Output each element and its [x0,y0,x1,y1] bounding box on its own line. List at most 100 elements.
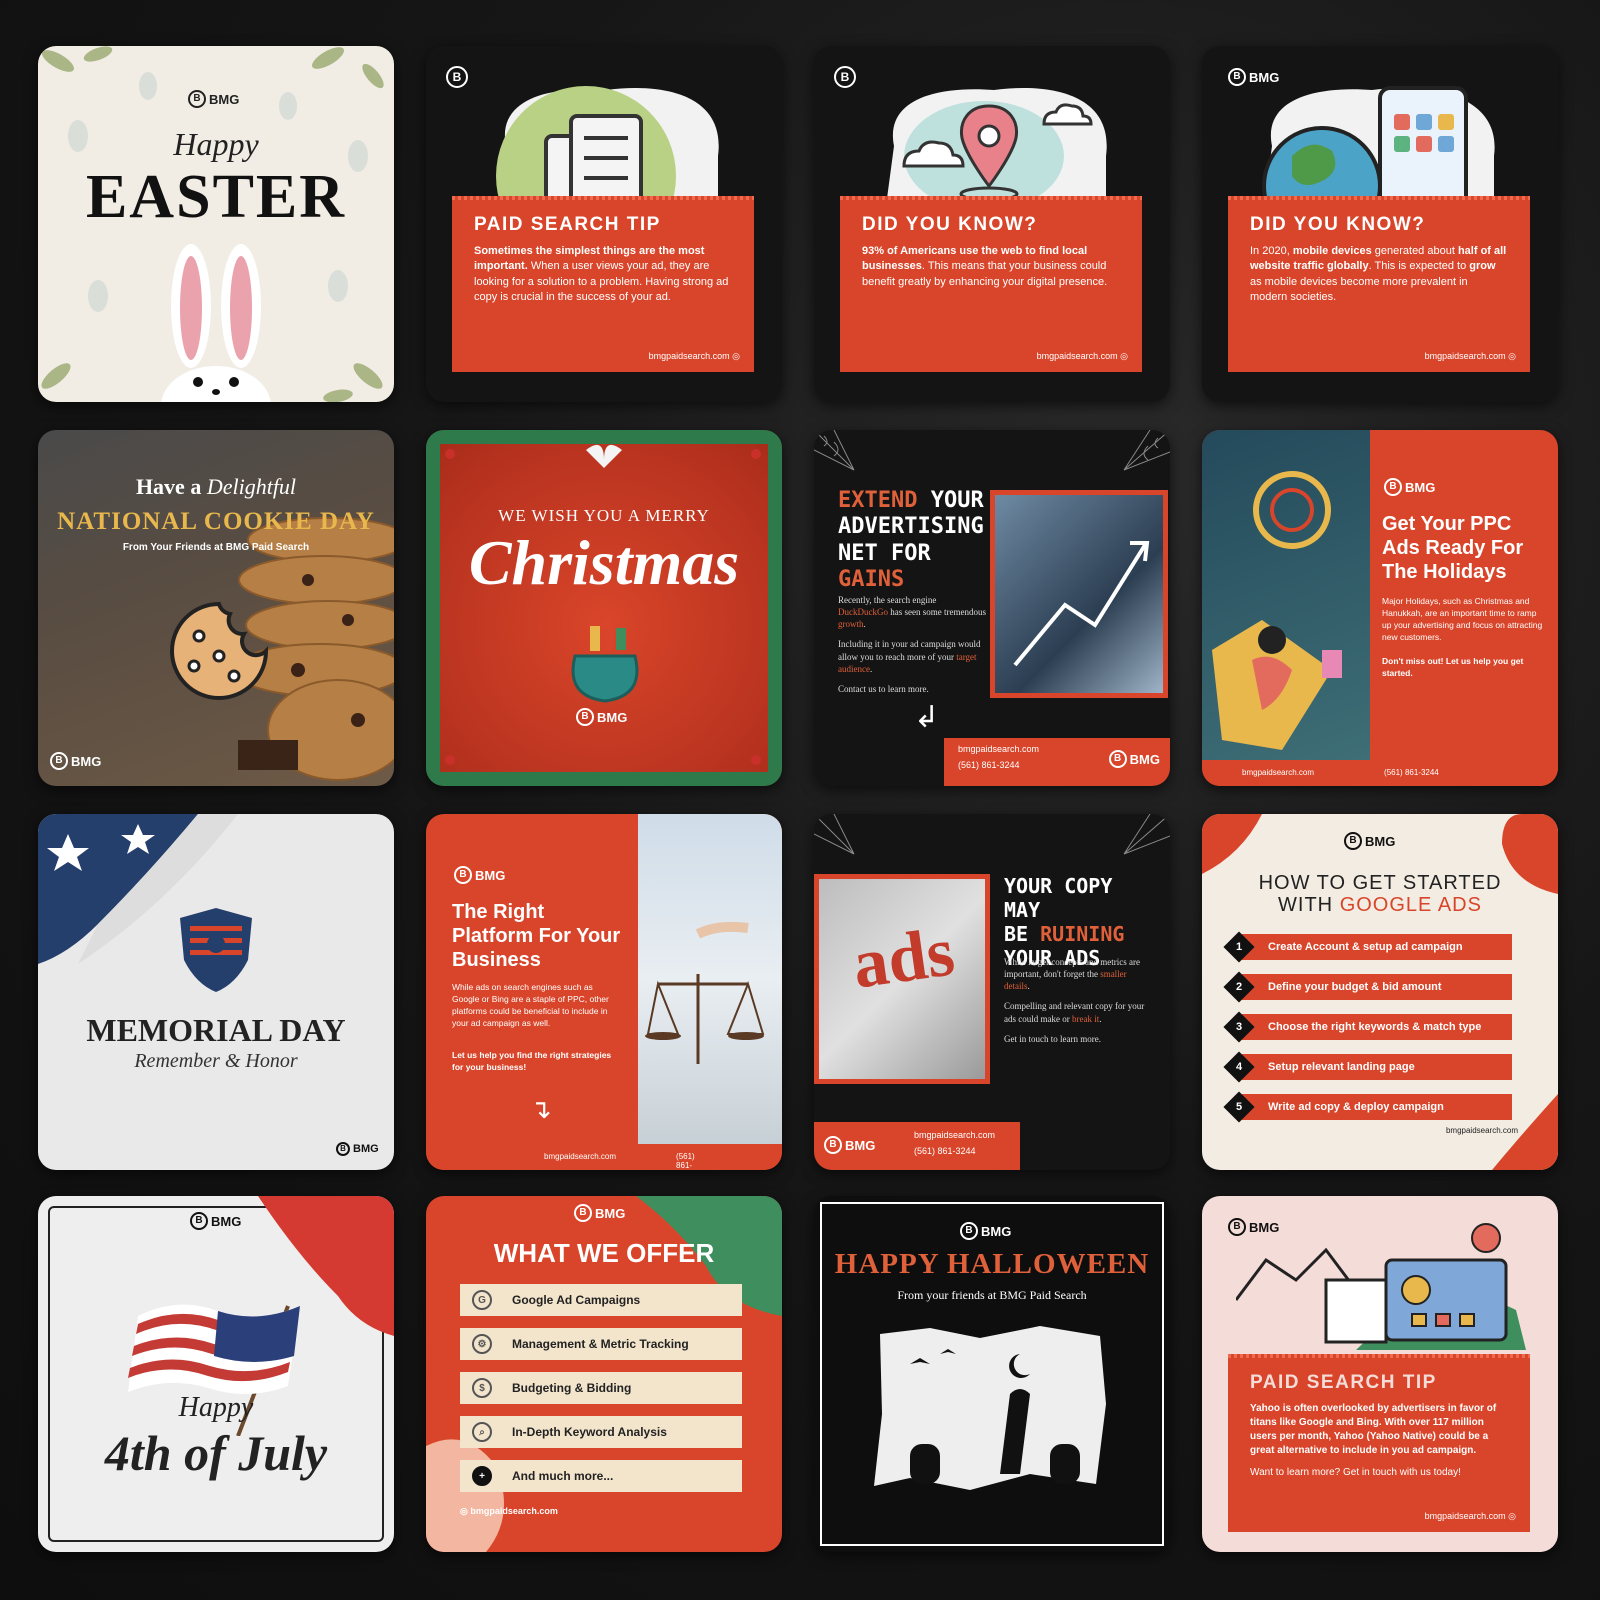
torn-paper-scene [874,1326,1106,1490]
b-logo-icon: B [574,1204,592,1222]
site-link[interactable]: bmgpaidsearch.com [544,1152,616,1162]
tip-title: DID YOU KNOW? [862,214,1038,235]
b-logo-icon: B [1108,750,1127,768]
brand-logo: B BMG [1384,478,1435,496]
arrow-icon: ↴ [530,1094,552,1124]
tile-paid-search-tip-yahoo[interactable]: B BMG PAID SEARCH TIP Yahoo is often over… [1202,1196,1558,1552]
b-logo-icon: B [446,66,468,88]
growth-arrow-icon [1013,541,1150,667]
money-photo [990,490,1168,698]
tile-halloween[interactable]: B BMG HAPPY HALLOWEEN From your friends a… [814,1196,1170,1552]
b-logo-icon: B [1228,68,1246,86]
fireworks-illustration [1212,471,1342,750]
halloween-title: HAPPY HALLOWEEN [834,1248,1150,1280]
map-pin-icon [886,87,1107,206]
search-icon: ⌕ [472,1422,492,1442]
contact-bar: bmgpaidsearch.com (561) 861-3244 [426,1144,782,1170]
copy-body: While larger concepts and metrics are im… [1004,957,1145,1044]
brand-logo: B BMG [1344,832,1395,850]
offer-item[interactable]: + And much more... [460,1460,742,1492]
tile-google-ads-steps[interactable]: B BMG HOW TO GET STARTED WITH GOOGLE ADS … [1202,814,1558,1170]
brand-logo: B BMG [824,1136,875,1154]
tile-right-platform[interactable]: B BMG The Right Platform For Your Busines… [426,814,782,1170]
site-link[interactable]: bmgpaidsearch.com ◎ [1425,1511,1516,1522]
offer-item[interactable]: $ Budgeting & Bidding [460,1372,742,1404]
tile-christmas[interactable]: WE WISH YOU A MERRY Christmas B BMG [426,430,782,786]
offer-item[interactable]: ⚙ Management & Metric Tracking [460,1328,742,1360]
scale-photo [638,814,782,1144]
tile-paid-search-tip[interactable]: B PAID SEARCH TIP Sometimes the simplest… [426,46,782,402]
brand-logo: B BMG [960,1222,1011,1240]
xmas-title: Christmas [468,527,740,598]
b-logo-icon: B [960,1222,978,1240]
b-logo-icon: B [1384,478,1402,496]
b-logo-icon: B [50,752,68,770]
tile-what-we-offer[interactable]: B BMG WHAT WE OFFER G Google Ad Campaigns … [426,1196,782,1552]
brand-logo: B BMG [336,1142,379,1156]
tip-card: DID YOU KNOW? In 2020, mobile devices ge… [1228,196,1530,372]
tile-copy-ruining[interactable]: ads YOUR COPY MAY BE RUINING YOUR ADS Whil… [814,814,1170,1170]
step-item[interactable]: 1 Create Account & setup ad campaign [1223,931,1512,963]
phone-link[interactable]: (561) 861-3244 [1384,768,1439,778]
offer-item[interactable]: ⌕ In-Depth Keyword Analysis [460,1416,742,1448]
ppc-cta: Don't miss out! Let us help you get star… [1382,656,1524,678]
tile-memorial-day[interactable]: MEMORIAL DAY Remember & Honor B BMG [38,814,394,1170]
july-title: 4th of July [104,1425,328,1481]
phone-link[interactable]: (561) 861-3244 [914,1146,1020,1156]
brand-logo: B BMG [188,90,239,108]
globe-icon: ◎ [1508,1511,1516,1521]
gift-sack-icon [571,618,639,703]
gear-icon: ⚙ [472,1334,492,1354]
tip-body: In 2020, mobile devices generated about … [1250,245,1507,304]
phone-link[interactable]: (561) 861-3244 [676,1152,695,1170]
brand-logo: B BMG [576,708,627,726]
step-item[interactable]: 2 Define your budget & bid amount [1223,971,1512,1003]
step-item[interactable]: 3 Choose the right keywords & match type [1223,1011,1512,1043]
shield-icon [180,908,252,992]
tile-4th-of-july[interactable]: Happy 4th of July B BMG [38,1196,394,1552]
site-link[interactable]: bmgpaidsearch.com ◎ [1037,351,1128,362]
site-link[interactable]: bmgpaidsearch.com [914,1130,1020,1140]
step-item[interactable]: 5 Write ad copy & deploy campaign [1223,1091,1512,1123]
brand-logo: B BMG [1108,750,1160,768]
tip-title: PAID SEARCH TIP [1250,1372,1437,1393]
tile-easter[interactable]: B BMG Happy EASTER [38,46,394,402]
tip-body: Sometimes the simplest things are the mo… [474,245,729,304]
ppc-title: Get Your PPC Ads Ready For The Holidays [1382,513,1524,583]
tile-ppc-holidays[interactable]: B BMG Get Your PPC Ads Ready For The Holi… [1202,430,1558,786]
contact-bar: bmgpaidsearch.com (561) 861-3244 [1202,760,1558,786]
globe-icon: ◎ [1120,351,1128,361]
cookie-sub: From Your Friends at BMG Paid Search [122,542,310,553]
memorial-sub: Remember & Honor [134,1050,298,1072]
holiday-illustration [1202,430,1370,760]
halloween-sub: From your friends at BMG Paid Search [897,1288,1087,1302]
contact-bar: bmgpaidsearch.com (561) 861-3244 B BMG [944,738,1170,786]
offer-title: WHAT WE OFFER [493,1238,715,1268]
step-item[interactable]: 4 Setup relevant landing page [1223,1051,1512,1083]
site-link[interactable]: bmgpaidsearch.com ◎ [649,351,740,362]
ads-word: ads [848,913,959,1004]
globe-icon: ◎ [732,351,740,361]
ads-photo: ads [814,874,990,1084]
xmas-line1: WE WISH YOU A MERRY [498,506,710,525]
scale-icon [645,921,765,1064]
tip-cta: Want to learn more? Get in touch with us… [1250,1467,1461,1478]
tile-cookie-day[interactable]: Have a Delightful NATIONAL COOKIE DAY Fr… [38,430,394,786]
google-icon: G [472,1290,492,1310]
site-link[interactable]: ◎ bmgpaidsearch.com [460,1506,558,1517]
offer-item[interactable]: G Google Ad Campaigns [460,1284,742,1316]
tile-extend-advertising[interactable]: EXTEND YOUR ADVERTISING NET FOR GAINS Re… [814,430,1170,786]
site-link[interactable]: bmgpaidsearch.com [1242,768,1314,778]
globe-icon: ◎ [1508,351,1516,361]
phone-icon [1262,86,1495,206]
site-link[interactable]: bmgpaidsearch.com [1446,1126,1518,1135]
tile-did-you-know-mobile[interactable]: B BMG DID YOU KNOW? In 2020, mobile devic… [1202,46,1558,402]
contact-bar: B BMG bmgpaidsearch.com (561) 861-3244 [814,1122,1020,1170]
brand-logo: B BMG [574,1204,625,1222]
tile-did-you-know-local[interactable]: B DID YOU KNOW? 93% of Americans use the… [814,46,1170,402]
site-link[interactable]: bmgpaidsearch.com ◎ [1425,351,1516,362]
brand-logo: B BMG [454,866,505,884]
tip-body: 93% of Americans use the web to find loc… [862,245,1108,288]
b-logo-icon: B [336,1142,350,1156]
extend-body: Recently, the search engine DuckDuckGo h… [838,595,986,694]
